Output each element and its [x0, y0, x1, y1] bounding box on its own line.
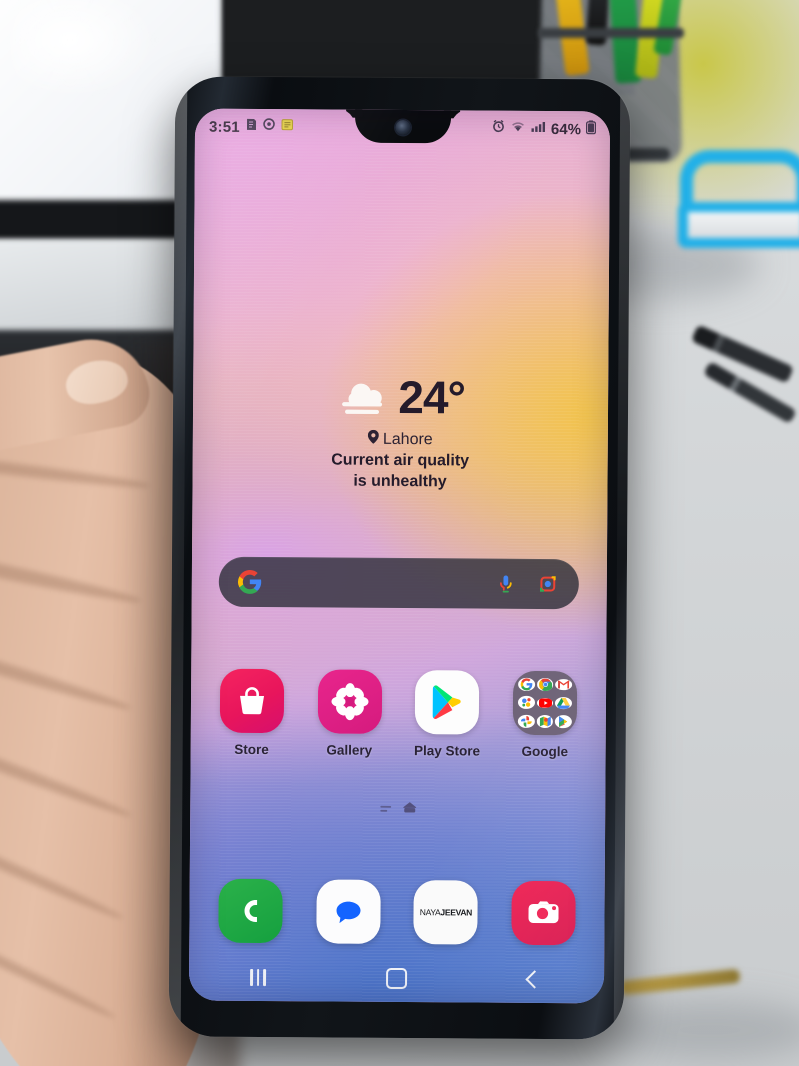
- play-store-icon[interactable]: [415, 670, 480, 735]
- nayajeevan-wordmark: NAYAJEEVAN: [420, 907, 472, 917]
- phone-screen[interactable]: 3:51 64% 24° Lahore Current air quality …: [188, 108, 611, 1004]
- status-clock: 3:51: [208, 118, 240, 136]
- app-grid: Store Gallery Play Store Google: [191, 668, 607, 760]
- folder-app-chrome: [536, 677, 554, 691]
- battery-percent: 64%: [550, 120, 582, 138]
- folder-app-maps: [536, 715, 554, 729]
- google-folder-icon[interactable]: [512, 670, 578, 736]
- fog-cloud-icon: [336, 372, 392, 421]
- gallery-flower-icon[interactable]: [317, 669, 382, 734]
- app-label: Google: [521, 743, 569, 760]
- weather-location: Lahore: [193, 429, 608, 451]
- photo-scene: 3:51 64% 24° Lahore Current air quality …: [0, 0, 799, 1066]
- folder-app-assistant: [518, 696, 535, 710]
- navigation-bar: [189, 953, 604, 1004]
- app-label: Store: [234, 741, 269, 758]
- laptop-glare: [10, 0, 160, 100]
- battery-icon: [585, 119, 597, 139]
- google-g-icon[interactable]: [235, 567, 265, 597]
- folder-app-drive: [555, 697, 573, 710]
- naya-text: NAYA: [419, 907, 441, 918]
- message-bubble-icon[interactable]: [315, 879, 381, 944]
- app-store[interactable]: Store: [211, 668, 292, 758]
- weather-location-text: Lahore: [382, 430, 433, 448]
- page-dash-icon[interactable]: [379, 801, 391, 812]
- location-icon: [263, 118, 275, 136]
- microphone-icon[interactable]: [491, 569, 521, 599]
- nayajeevan-icon[interactable]: NAYAJEEVAN: [413, 880, 479, 945]
- location-pin-icon: [367, 429, 379, 449]
- signal-icon: [531, 120, 546, 138]
- stapler: [678, 150, 799, 270]
- folder-app-youtube: [536, 697, 554, 709]
- home-icon[interactable]: [368, 961, 424, 995]
- pen-holder-band: [538, 28, 684, 38]
- app-play-store[interactable]: Play Store: [407, 670, 488, 759]
- back-icon[interactable]: [507, 962, 563, 996]
- weather-temperature: 24°: [398, 370, 466, 423]
- phone-icon[interactable]: [218, 878, 283, 944]
- air-quality-line2: is unhealthy: [353, 472, 447, 491]
- air-quality-line1: Current air quality: [331, 451, 470, 470]
- folder-app-play: [555, 715, 573, 729]
- notification-icon: [246, 118, 257, 136]
- search-input[interactable]: [265, 582, 491, 584]
- app-label: Gallery: [326, 742, 373, 758]
- weather-widget[interactable]: 24° Lahore Current air quality is unheal…: [192, 370, 608, 493]
- app-label: Play Store: [413, 743, 481, 759]
- app-google-folder[interactable]: Google: [505, 670, 586, 760]
- jeevan-text: JEEVAN: [440, 907, 473, 918]
- alarm-icon: [492, 119, 505, 138]
- folder-app-photos: [517, 714, 535, 729]
- folder-app-gmail: [555, 678, 573, 691]
- google-search-bar[interactable]: [218, 556, 579, 610]
- status-bar[interactable]: 3:51 64%: [195, 109, 610, 148]
- dock: NAYAJEEVAN: [189, 878, 604, 946]
- folder-app-google: [518, 677, 535, 691]
- google-lens-icon[interactable]: [533, 569, 563, 599]
- camera-icon[interactable]: [511, 880, 576, 946]
- wifi-icon: [510, 120, 526, 138]
- galaxy-store-icon[interactable]: [219, 668, 285, 734]
- app-gallery[interactable]: Gallery: [309, 669, 390, 758]
- note-icon: [281, 118, 294, 136]
- phone-device: 3:51 64% 24° Lahore Current air quality …: [168, 76, 631, 1040]
- home-page-icon[interactable]: [402, 800, 416, 813]
- recents-icon[interactable]: [230, 960, 286, 994]
